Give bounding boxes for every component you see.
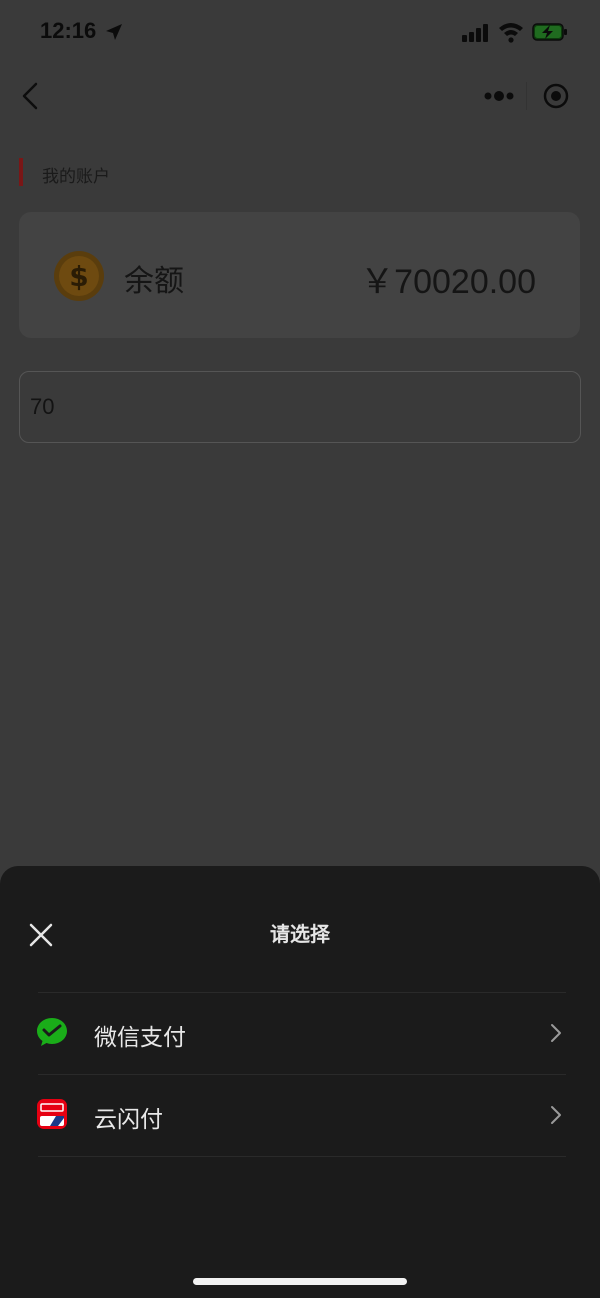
section-title: 我的账户 [42, 167, 110, 187]
chevron-right-icon [551, 1024, 561, 1042]
status-bar: 12:16 [0, 0, 600, 66]
capsule-divider [526, 82, 527, 110]
amount-input[interactable] [19, 371, 581, 443]
sheet-title: 请选择 [270, 922, 330, 946]
sheet-divider [38, 1156, 566, 1157]
sheet-divider [38, 1074, 566, 1075]
chevron-right-icon [551, 1106, 561, 1124]
balance-label: 余额 [124, 264, 184, 299]
wifi-icon [499, 23, 523, 43]
sheet-divider [38, 992, 566, 993]
more-icon[interactable] [482, 86, 516, 106]
option-wechat-pay[interactable]: 微信支付 [0, 994, 600, 1074]
location-arrow-icon [106, 24, 122, 40]
balance-card: $ 余额 ￥70020.00 [19, 212, 580, 338]
mini-program-capsule [470, 76, 582, 116]
battery-charging-icon [532, 23, 567, 41]
section-marker [19, 158, 23, 186]
close-mini-program-icon[interactable] [542, 82, 570, 110]
cellular-signal-icon [462, 24, 488, 42]
back-icon[interactable] [20, 82, 42, 110]
balance-amount: ￥70020.00 [360, 263, 536, 301]
payment-method-sheet: 请选择 微信支付 云闪付 [0, 866, 600, 1298]
status-time: 12:16 [40, 18, 97, 43]
svg-text:$: $ [69, 260, 88, 293]
option-label: 云闪付 [94, 1107, 163, 1133]
wechat-pay-icon [37, 1018, 67, 1046]
coin-dollar-icon: $ [54, 251, 104, 301]
home-indicator [193, 1278, 407, 1285]
option-label: 微信支付 [94, 1025, 186, 1051]
option-unionpay[interactable]: 云闪付 [0, 1076, 600, 1156]
unionpay-quickpass-icon [37, 1099, 67, 1129]
